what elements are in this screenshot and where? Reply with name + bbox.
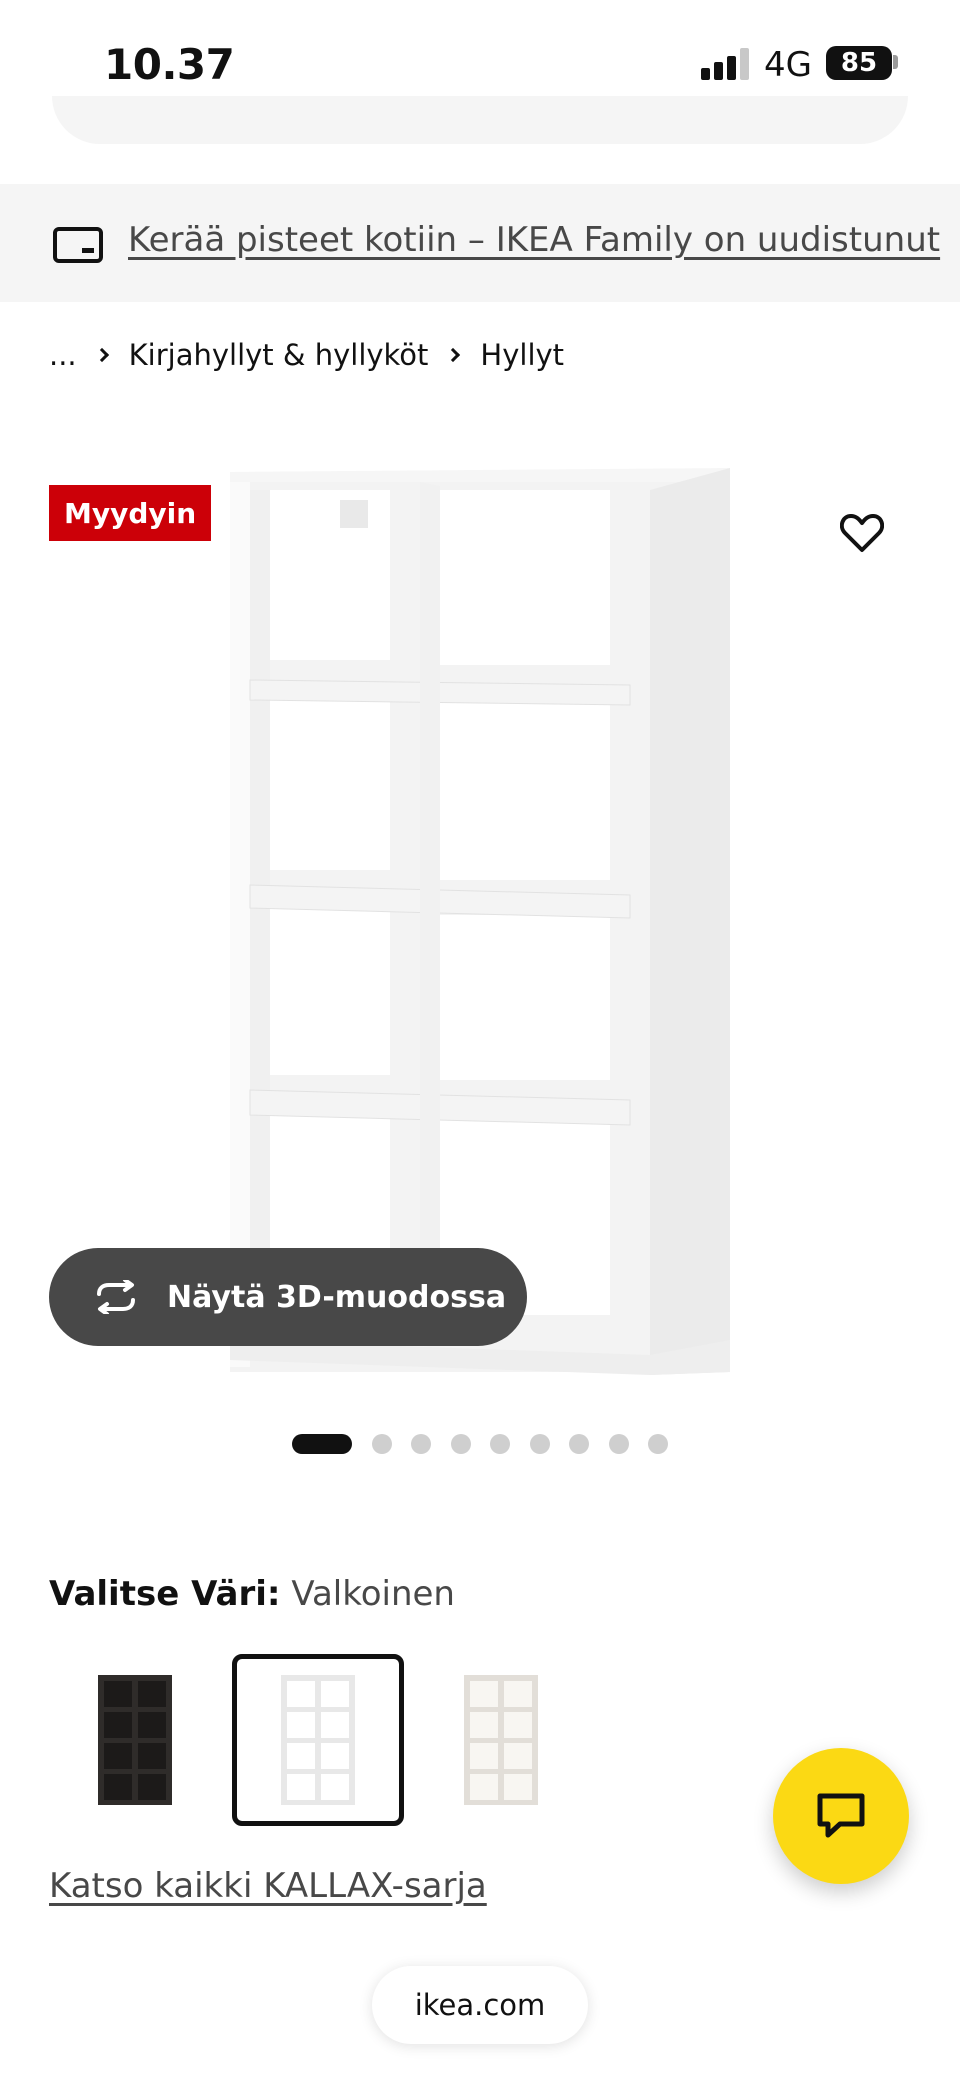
carousel-dot[interactable] (292, 1434, 352, 1454)
battery-icon: 85 (826, 46, 892, 80)
color-label: Valitse Väri: (49, 1574, 281, 1614)
color-swatch-white[interactable] (232, 1654, 404, 1826)
browser-address: ikea.com (414, 1988, 546, 2022)
family-banner[interactable]: Kerää pisteet kotiin – IKEA Family on uu… (0, 184, 960, 302)
chat-bubble-icon (817, 1793, 865, 1838)
color-swatch-black-brown[interactable] (49, 1654, 221, 1826)
carousel-dot[interactable] (371, 1434, 392, 1454)
color-value: Valkoinen (291, 1574, 455, 1614)
swatch-image (281, 1675, 355, 1805)
carousel-dot[interactable] (648, 1434, 668, 1454)
view-3d-button[interactable]: Näytä 3D-muodossa (49, 1248, 527, 1346)
heart-icon (840, 514, 884, 552)
carousel-dot[interactable] (450, 1434, 471, 1454)
carousel-dot[interactable] (608, 1434, 629, 1454)
card-icon (53, 227, 103, 263)
color-heading: Valitse Väri: Valkoinen (49, 1574, 455, 1614)
family-banner-link[interactable]: Kerää pisteet kotiin – IKEA Family on uu… (128, 220, 940, 260)
bestseller-badge: Myydyin (49, 485, 212, 541)
carousel-dot[interactable] (411, 1434, 431, 1454)
signal-icon (701, 48, 751, 80)
rotate-3d-icon (97, 1280, 135, 1314)
battery-level: 85 (840, 48, 878, 78)
view-3d-label: Näytä 3D-muodossa (167, 1279, 507, 1315)
series-link[interactable]: Katso kaikki KALLAX-sarja (49, 1866, 487, 1906)
swatch-image (464, 1675, 538, 1805)
carousel-dot[interactable] (569, 1434, 589, 1454)
product-shelf-image (230, 468, 730, 1375)
network-label: 4G (764, 45, 812, 85)
swatch-image (98, 1675, 172, 1805)
breadcrumb-ellipsis[interactable]: ... (49, 338, 77, 372)
carousel-dot[interactable] (490, 1434, 510, 1454)
carousel-dot[interactable] (529, 1434, 550, 1454)
chevron-right-icon (446, 347, 461, 363)
search-bar[interactable] (52, 96, 908, 144)
favourite-button[interactable] (822, 498, 902, 568)
status-time: 10.37 (104, 40, 235, 89)
color-swatch-white-stained-oak[interactable] (415, 1654, 587, 1826)
image-carousel-indicators (292, 1434, 688, 1454)
battery-tip (893, 55, 898, 69)
breadcrumb-bookcases[interactable]: Kirjahyllyt & hyllyköt (129, 338, 429, 372)
chevron-right-icon (94, 347, 109, 363)
chat-button[interactable] (773, 1748, 909, 1884)
breadcrumb-shelves[interactable]: Hyllyt (480, 338, 564, 372)
breadcrumb: ... Kirjahyllyt & hyllyköt Hyllyt (49, 334, 564, 376)
browser-address-bar[interactable]: ikea.com (372, 1966, 588, 2044)
